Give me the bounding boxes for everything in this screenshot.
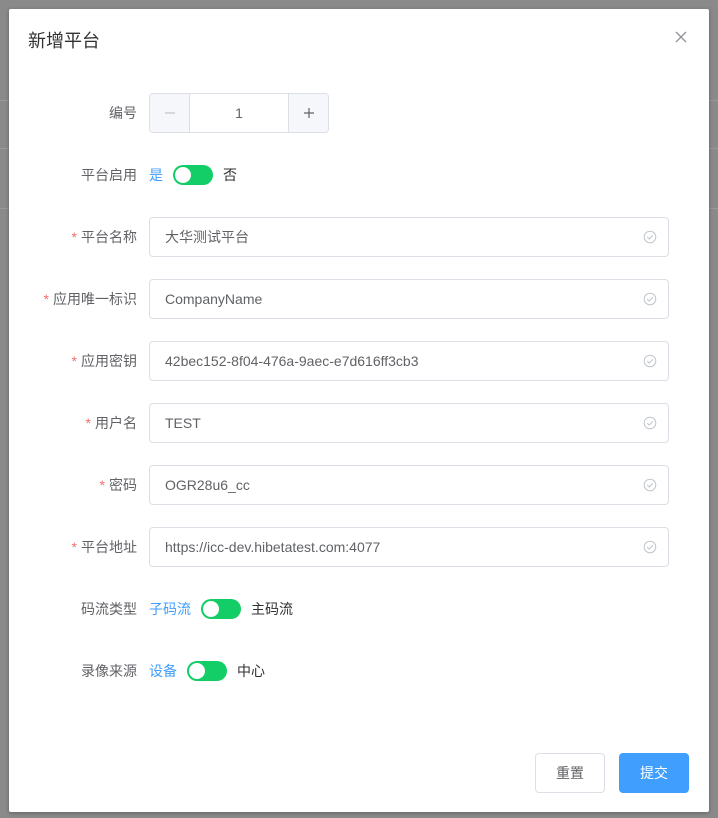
name-label: * 平台名称 (72, 217, 137, 257)
close-icon (675, 31, 687, 43)
circle-check-icon (643, 478, 657, 492)
stream-type-off-text[interactable]: 主码流 (251, 599, 293, 619)
app-key-input[interactable] (150, 280, 620, 318)
increment-button[interactable] (288, 94, 328, 132)
username-label: * 用户名 (86, 403, 137, 443)
stream-type-switch[interactable] (201, 599, 241, 619)
username-input[interactable] (150, 404, 620, 442)
stream-type-on-text[interactable]: 子码流 (149, 599, 191, 619)
switch-knob (203, 601, 219, 617)
address-label-text: 平台地址 (81, 539, 137, 555)
minus-icon (164, 112, 175, 114)
enabled-on-text[interactable]: 是 (149, 165, 163, 185)
enabled-row: 平台启用 是 否 (9, 155, 709, 195)
record-source-off-text[interactable]: 中心 (237, 661, 265, 681)
circle-check-icon (643, 230, 657, 244)
enabled-off-text[interactable]: 否 (223, 165, 237, 185)
name-label-text: 平台名称 (81, 229, 137, 245)
add-platform-dialog: 新增平台 编号 平台启用 是 否 (9, 9, 709, 812)
name-row: * 平台名称 (9, 217, 709, 257)
switch-knob (175, 167, 191, 183)
username-field (149, 403, 669, 443)
record-source-row: 录像来源 设备 中心 (9, 651, 709, 691)
app-secret-field (149, 341, 669, 381)
address-label: * 平台地址 (72, 527, 137, 567)
circle-check-icon (643, 540, 657, 554)
number-input[interactable] (190, 94, 288, 132)
number-row: 编号 (9, 93, 709, 133)
reset-button[interactable]: 重置 (535, 753, 605, 793)
name-field (149, 217, 669, 257)
dialog-title: 新增平台 (28, 31, 100, 51)
plus-icon (303, 108, 314, 118)
required-mark: * (43, 291, 49, 307)
address-row: * 平台地址 (9, 527, 709, 567)
enabled-switch-group: 是 否 (149, 155, 237, 195)
number-stepper (149, 93, 329, 133)
required-mark: * (71, 229, 77, 245)
switch-knob (189, 663, 205, 679)
app-key-row: * 应用唯一标识 (9, 279, 709, 319)
username-label-text: 用户名 (95, 415, 137, 431)
required-mark: * (71, 539, 77, 555)
record-source-switch[interactable] (187, 661, 227, 681)
stream-type-label: 码流类型 (81, 601, 137, 617)
password-field (149, 465, 669, 505)
close-button[interactable] (673, 29, 689, 45)
app-secret-label: * 应用密钥 (72, 341, 137, 381)
password-label: * 密码 (100, 465, 137, 505)
app-key-label: * 应用唯一标识 (44, 279, 137, 319)
enabled-label: 平台启用 (81, 167, 137, 183)
submit-button[interactable]: 提交 (619, 753, 689, 793)
decrement-button[interactable] (150, 94, 190, 132)
password-input[interactable] (150, 466, 620, 504)
stream-type-switch-group: 子码流 主码流 (149, 589, 293, 629)
app-secret-input[interactable] (150, 342, 620, 380)
number-label: 编号 (109, 105, 137, 121)
address-field (149, 527, 669, 567)
record-source-switch-group: 设备 中心 (149, 651, 265, 691)
stream-type-row: 码流类型 子码流 主码流 (9, 589, 709, 629)
required-mark: * (99, 477, 105, 493)
username-row: * 用户名 (9, 403, 709, 443)
circle-check-icon (643, 292, 657, 306)
name-input[interactable] (150, 218, 620, 256)
required-mark: * (85, 415, 91, 431)
address-input[interactable] (150, 528, 620, 566)
required-mark: * (71, 353, 77, 369)
app-key-label-text: 应用唯一标识 (53, 291, 137, 307)
app-secret-label-text: 应用密钥 (81, 353, 137, 369)
record-source-on-text[interactable]: 设备 (149, 661, 177, 681)
password-label-text: 密码 (109, 477, 137, 493)
circle-check-icon (643, 354, 657, 368)
record-source-label: 录像来源 (81, 663, 137, 679)
enabled-switch[interactable] (173, 165, 213, 185)
password-row: * 密码 (9, 465, 709, 505)
app-key-field (149, 279, 669, 319)
circle-check-icon (643, 416, 657, 430)
app-secret-row: * 应用密钥 (9, 341, 709, 381)
